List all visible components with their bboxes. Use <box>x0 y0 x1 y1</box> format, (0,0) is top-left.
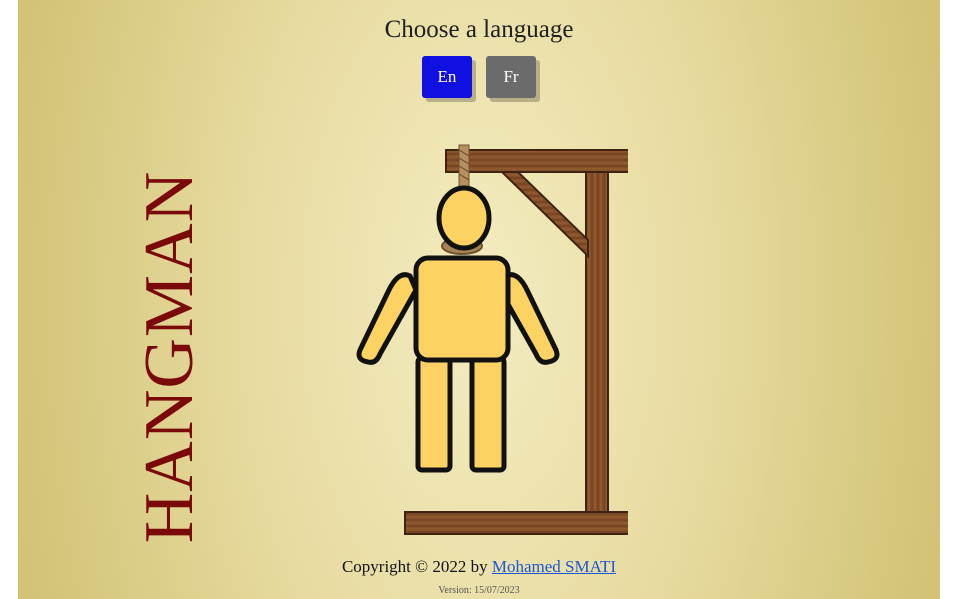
head <box>436 185 492 251</box>
rope <box>458 144 470 188</box>
body <box>413 255 511 363</box>
version-text: Version: 15/07/2023 <box>438 585 520 596</box>
english-button[interactable]: En <box>422 56 472 98</box>
language-buttons: En Fr <box>18 56 940 98</box>
hangman-illustration <box>356 144 628 535</box>
french-button[interactable]: Fr <box>486 56 536 98</box>
right-leg <box>469 355 507 473</box>
language-heading: Choose a language <box>384 16 574 43</box>
gallows-base <box>404 511 628 535</box>
left-arm <box>356 272 419 365</box>
gallows-post <box>585 169 609 513</box>
left-leg <box>415 355 453 473</box>
copyright-text: Copyright © 2022 by <box>341 557 488 576</box>
gallows-brace <box>499 171 589 259</box>
author-link[interactable]: Mohamed SMATI <box>492 557 616 576</box>
page: Choose a language En Fr HANGMAN Copyrigh… <box>18 0 940 599</box>
game-title: HANGMAN <box>131 170 208 544</box>
footer: Copyright © 2022 by Mohamed SMATI <box>18 557 940 577</box>
gallows-beam <box>445 149 628 173</box>
